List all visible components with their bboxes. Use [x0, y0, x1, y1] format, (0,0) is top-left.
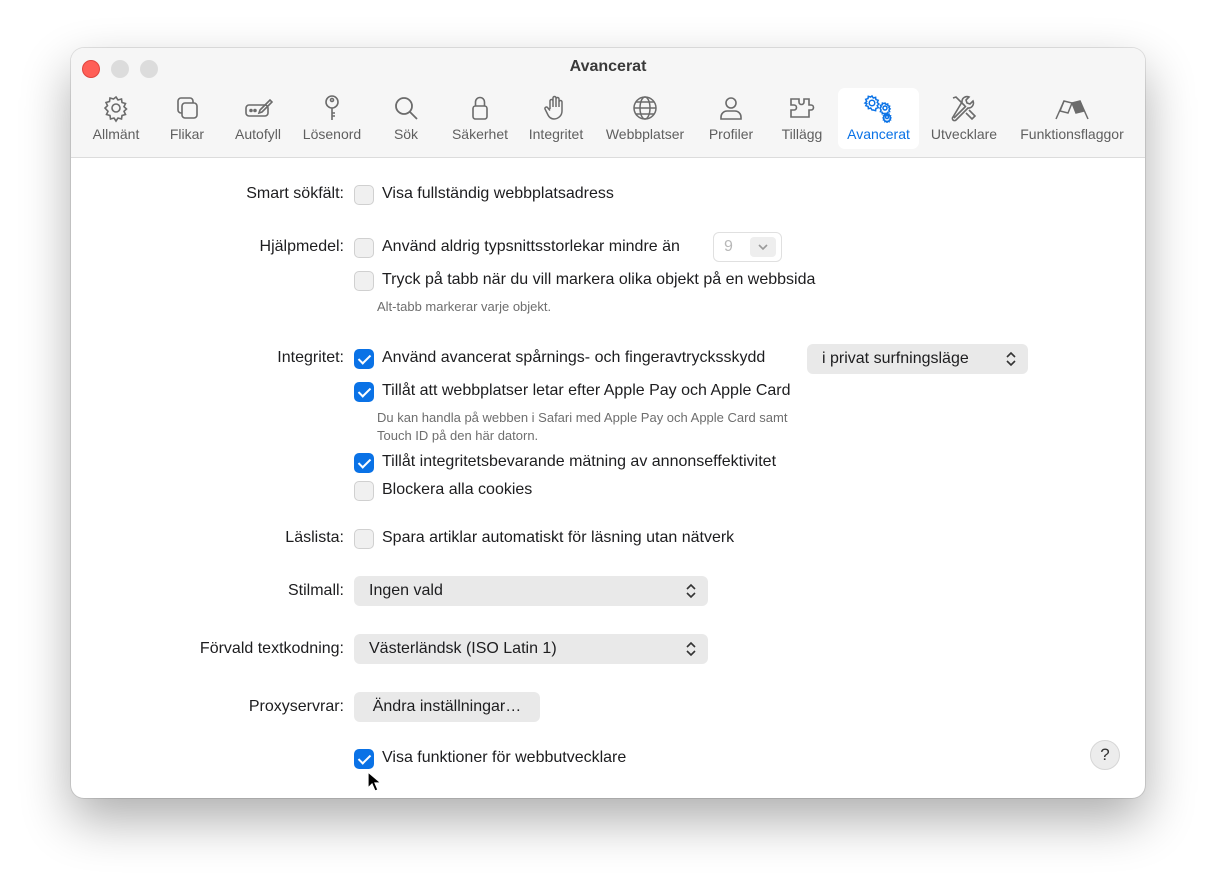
tab-tillagg[interactable]: Tillägg — [775, 88, 829, 149]
tab-allmant[interactable]: Allmänt — [89, 88, 143, 149]
proxies-label: Proxyservrar: — [248, 698, 344, 715]
tab-label: Flikar — [169, 126, 205, 142]
developer-features-label: Visa funktioner för webbutvecklare — [382, 749, 627, 766]
updown-chevron-icon — [686, 641, 696, 657]
tab-sok[interactable]: Sök — [386, 88, 426, 149]
tracking-protection-select[interactable]: i privat surfningsläge — [807, 344, 1028, 374]
tab-flikar[interactable]: Flikar — [163, 88, 211, 149]
lock-icon — [465, 91, 495, 125]
offline-reading-label: Spara artiklar automatiskt för läsning u… — [382, 529, 735, 546]
tab-integritet[interactable]: Integritet — [522, 88, 590, 149]
tab-label: Autofyll — [235, 126, 281, 142]
min-font-size-value: 9 — [724, 238, 733, 255]
ad-measurement-checkbox[interactable] — [354, 453, 374, 473]
tab-label: Tillägg — [781, 126, 823, 142]
min-font-checkbox[interactable] — [354, 238, 374, 258]
apple-pay-checkbox[interactable] — [354, 382, 374, 402]
window-title: Avancerat — [569, 58, 647, 75]
tab-label: Sök — [393, 126, 419, 142]
min-font-label: Använd aldrig typsnittsstorlekar mindre … — [382, 238, 680, 255]
help-button[interactable]: ? — [1090, 740, 1120, 770]
tab-label: Utvecklare — [930, 126, 998, 142]
reading-list-label: Läslista: — [285, 529, 344, 546]
gears-icon — [862, 91, 896, 125]
apple-pay-note-line-2: Touch ID på den här datorn. — [377, 428, 539, 443]
puzzle-icon — [787, 91, 817, 125]
tab-label: Avancerat — [847, 126, 910, 142]
tab-label: Säkerhet — [451, 126, 509, 142]
tab-label: Webbplatser — [605, 126, 685, 142]
tab-losenord[interactable]: Lösenord — [298, 88, 366, 149]
offline-reading-checkbox[interactable] — [354, 529, 374, 549]
wrench-screwdriver-icon — [949, 91, 979, 125]
smart-search-label: Smart sökfält: — [246, 185, 344, 202]
tab-label: Funktionsflaggor — [1020, 126, 1124, 142]
tab-profiler[interactable]: Profiler — [703, 88, 759, 149]
tab-label: Profiler — [708, 126, 754, 142]
block-cookies-label: Blockera alla cookies — [382, 481, 533, 498]
show-full-address-label: Visa fullständig webbplatsadress — [382, 185, 614, 202]
updown-chevron-icon — [1006, 351, 1016, 367]
tab-sakerhet[interactable]: Säkerhet — [445, 88, 515, 149]
magnifier-icon — [391, 91, 421, 125]
min-font-size-select[interactable]: 9 — [713, 232, 782, 262]
tracking-protection-value: i privat surfningsläge — [822, 350, 969, 367]
tracking-protection-checkbox[interactable] — [354, 349, 374, 369]
tab-webbplatser[interactable]: Webbplatser — [601, 88, 689, 149]
tab-autofyll[interactable]: Autofyll — [229, 88, 287, 149]
tab-funktionsflaggor[interactable]: Funktionsflaggor — [1015, 88, 1129, 149]
tab-utvecklare[interactable]: Utvecklare — [927, 88, 1001, 149]
apple-pay-note-line-1: Du kan handla på webben i Safari med App… — [377, 410, 788, 425]
change-proxy-settings-button[interactable]: Ändra inställningar… — [354, 692, 540, 722]
toolbar: Avancerat Allmänt Flikar Autofyll Löseno… — [71, 48, 1145, 158]
tab-highlight-checkbox[interactable] — [354, 271, 374, 291]
tracking-protection-label: Använd avancerat spårnings- och fingerav… — [382, 349, 766, 366]
developer-features-checkbox[interactable] — [354, 749, 374, 769]
tab-highlight-note: Alt-tabb markerar varje objekt. — [377, 299, 552, 314]
stylesheet-select[interactable]: Ingen vald — [354, 576, 708, 606]
show-full-address-checkbox[interactable] — [354, 185, 374, 205]
tab-label: Integritet — [528, 126, 584, 142]
gear-icon — [101, 91, 131, 125]
tab-avancerat[interactable]: Avancerat — [838, 88, 919, 149]
flags-icon — [1050, 91, 1094, 125]
globe-icon — [630, 91, 660, 125]
ad-measurement-label: Tillåt integritetsbevarande mätning av a… — [382, 453, 777, 470]
chevron-down-icon — [750, 237, 776, 257]
encoding-value: Västerländsk (ISO Latin 1) — [369, 640, 557, 657]
mouse-pointer-icon — [367, 771, 383, 792]
encoding-select[interactable]: Västerländsk (ISO Latin 1) — [354, 634, 708, 664]
tab-highlight-label: Tryck på tabb när du vill markera olika … — [382, 271, 816, 288]
accessibility-label: Hjälpmedel: — [259, 238, 344, 255]
tab-label: Allmänt — [92, 126, 140, 142]
apple-pay-label: Tillåt att webbplatser letar efter Apple… — [382, 382, 791, 399]
stylesheet-value: Ingen vald — [369, 582, 443, 599]
privacy-label: Integritet: — [277, 349, 344, 366]
stylesheet-label: Stilmall: — [287, 582, 344, 599]
person-icon — [716, 91, 746, 125]
tabs-icon — [172, 91, 202, 125]
tab-label: Lösenord — [302, 126, 362, 142]
updown-chevron-icon — [686, 583, 696, 599]
key-icon — [317, 91, 347, 125]
encoding-label: Förvald textkodning: — [199, 640, 344, 657]
hand-icon — [541, 91, 571, 125]
block-cookies-checkbox[interactable] — [354, 481, 374, 501]
pencil-field-icon — [243, 91, 273, 125]
preferences-window: Avancerat Allmänt Flikar Autofyll Löseno… — [71, 48, 1145, 798]
